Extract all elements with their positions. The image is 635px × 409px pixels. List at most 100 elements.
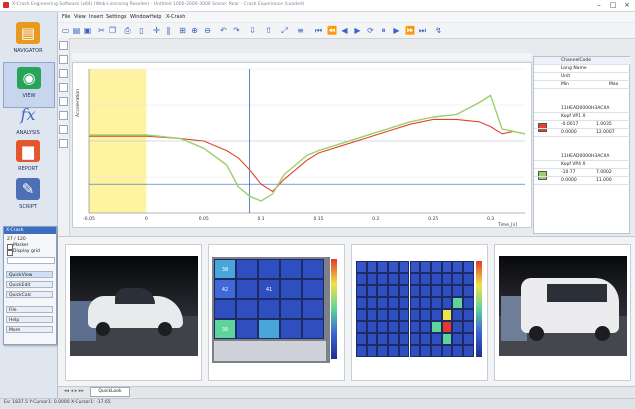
matrix-cell [430,297,442,309]
speed-icon[interactable]: ↯ [434,26,443,35]
crash-video-side[interactable] [494,244,631,381]
import-icon[interactable]: ⇩ [248,26,257,35]
menu-view[interactable]: View [74,12,86,22]
cut-icon[interactable]: ✂ [97,26,106,35]
cursor-pair-icon[interactable]: ‖ [164,26,173,35]
long-name-header: Long Name [534,65,631,73]
redo-zoom-icon[interactable]: ↷ [232,26,241,35]
print-icon[interactable]: ⎙ [123,26,132,35]
zoom-out-icon[interactable]: ⊖ [203,26,212,35]
tab-quicklook[interactable]: QuickLook [90,387,130,397]
matrix-view-left[interactable]: 38 42 41 38 [208,244,345,381]
fx-icon: fx [20,105,36,124]
export-view-icon[interactable] [59,139,68,148]
matrix-cell [356,273,367,285]
list-view-icon[interactable] [59,111,68,120]
zoom-region-icon[interactable]: ⊞ [178,26,187,35]
first-frame-icon[interactable]: ⏮ [314,26,323,35]
video-view-icon[interactable] [59,97,68,106]
crosshair-icon[interactable]: ✛ [152,26,161,35]
plot-canvas[interactable]: -0.05 0 0.05 0.1 0.15 0.2 0.25 0.3Time_[s] Accel… [73,63,533,229]
matrix-cell [430,273,442,285]
nav-label: SCRIPT [19,204,37,210]
report-view-icon[interactable] [59,125,68,134]
matrix-cell [377,345,389,357]
menu-window[interactable]: Window [130,12,150,22]
more-button[interactable]: More [6,326,53,333]
matrix-cell [258,259,280,279]
nav-label: NAVIGATOR [13,48,43,54]
delete-icon[interactable]: ▯ [137,26,146,35]
matrix-cell [388,321,399,333]
nav-navigator-button[interactable]: ▤ NAVIGATOR [3,18,53,62]
matrix-view-right[interactable] [351,244,488,381]
table-view-icon[interactable] [59,69,68,78]
channel-2-name: Kopf VP4 X [534,161,631,169]
zoom-in-icon[interactable]: ⊕ [190,26,199,35]
copy-icon[interactable]: ❐ [108,26,117,35]
matrix-cell [398,261,410,273]
crash-video-front[interactable] [65,244,202,381]
matrix-cell: 41 [258,279,280,299]
matrix-cell [302,279,324,299]
maximize-icon[interactable]: □ [606,1,620,10]
rewind-icon[interactable]: ⏪ [327,26,337,35]
channel-info-panel: ChannelCode Long Name Unit Min Max 11HEA… [533,56,631,234]
last-frame-icon[interactable]: ⏭ [418,26,427,35]
help-button[interactable]: Help [6,316,53,323]
quickview-button[interactable]: QuickView [6,271,53,278]
matrix-cell [441,285,453,297]
quickedit-button[interactable]: QuickEdit [6,281,53,288]
pressure-matrix-right [356,261,474,357]
matrix-cell [409,309,421,321]
save-icon[interactable]: ▣ [83,26,92,35]
matrix-cell [388,285,399,297]
matrix-cell [441,333,453,345]
channel-2-value-d: 11.000 [594,177,631,185]
grid-view-icon[interactable] [59,55,68,64]
play-icon[interactable]: ▶ [353,26,362,35]
quickcalc-button[interactable]: QuickCalc [6,291,53,298]
matrix-cell [366,273,378,285]
matrix-view-icon[interactable] [59,83,68,92]
undo-zoom-icon[interactable]: ↶ [219,26,228,35]
matrix-cell [441,321,453,333]
export-icon[interactable]: ⇧ [264,26,273,35]
fit-icon[interactable]: ⤢ [280,26,289,35]
matrix-cell [377,297,389,309]
nav-script-button[interactable]: ✎ SCRIPT [3,174,53,218]
channel-2-value-c: 0.0000 [534,177,594,185]
matrix-cell [463,261,474,273]
menu-insert[interactable]: Insert [89,12,103,22]
align-icon[interactable]: ≡ [296,26,305,35]
matrix-cell [377,273,389,285]
menu-file[interactable]: File [62,12,70,22]
close-icon[interactable]: × [620,1,634,10]
step-forward-icon[interactable]: ▶ [392,26,401,35]
matrix-cell [463,285,474,297]
signal-plot[interactable]: -0.05 0 0.05 0.1 0.15 0.2 0.25 0.3 Time_[s] Accel… [72,62,532,228]
minimize-icon[interactable]: – [592,1,606,10]
file-button[interactable]: File [6,306,53,313]
new-icon[interactable]: ▭ [61,26,70,35]
menu-xcrash[interactable]: X-Crash [166,12,185,22]
matrix-cell [388,309,399,321]
matrix-cell [409,285,421,297]
matrix-cell [236,259,258,279]
step-back-icon[interactable]: ◀ [340,26,349,35]
matrix-cell [258,319,280,339]
frame-slider[interactable] [7,257,55,264]
menu-help[interactable]: Help [150,12,161,22]
quick-panel-counter: 27 / 120 [7,237,26,242]
fast-forward-icon[interactable]: ⏩ [405,26,415,35]
matrix-cell [420,273,431,285]
pause-icon[interactable]: ⏸ [379,26,388,35]
menu-settings[interactable]: Settings [106,12,127,22]
tab-scroll-arrows-icon[interactable]: ◂◂ ◂ ▸ ▸▸ [64,388,84,394]
matrix-cell [463,309,474,321]
x-tick-label: 0.2 [372,216,379,222]
layout-icon[interactable] [59,41,68,50]
matrix-cell: 38 [214,259,236,279]
loop-icon[interactable]: ⟳ [366,26,375,35]
open-icon[interactable]: ▤ [72,26,81,35]
